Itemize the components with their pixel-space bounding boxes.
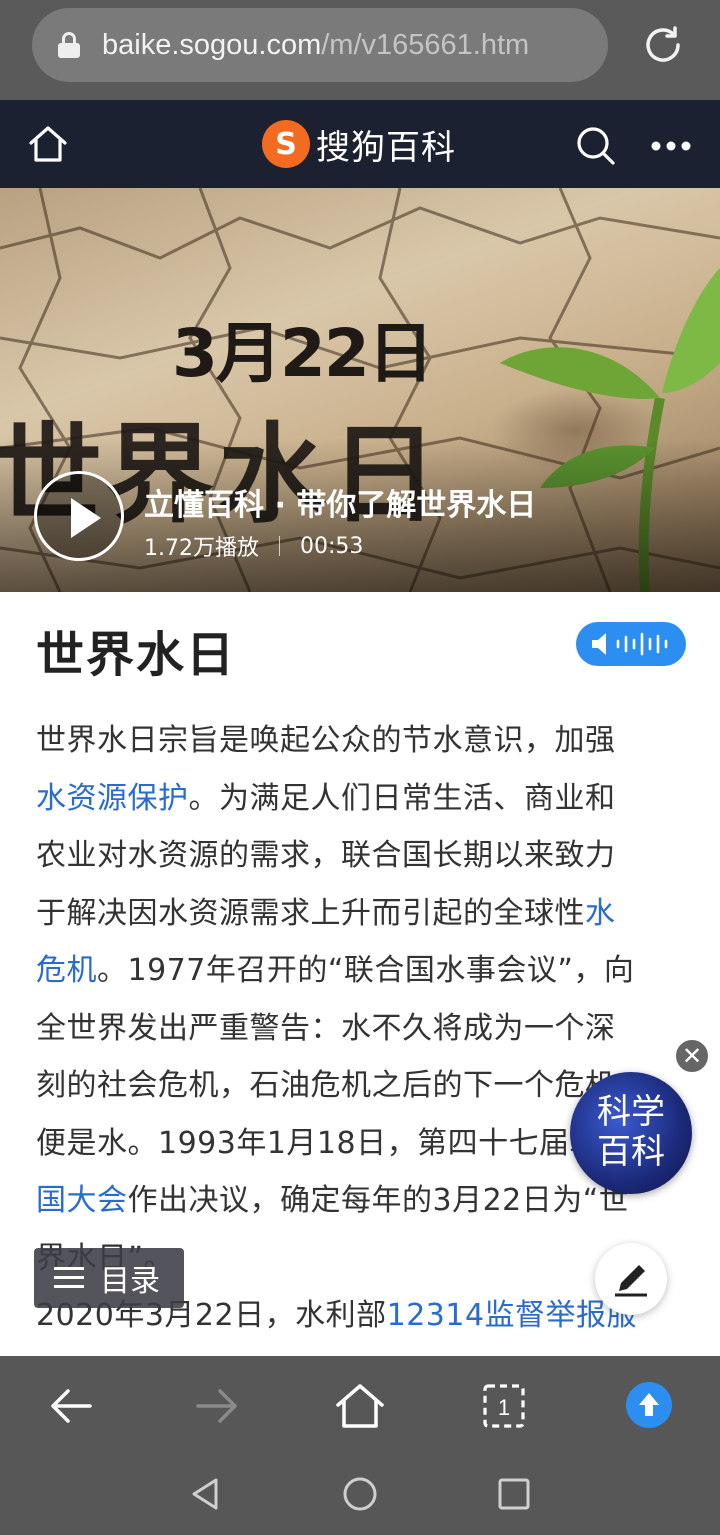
svg-text:1: 1 (498, 1395, 510, 1420)
url-text[interactable]: baike.sogou.com/m/v165661.htm (102, 29, 588, 62)
url-domain: baike.sogou.com (102, 28, 322, 61)
browser-url-bar: baike.sogou.com/m/v165661.htm (0, 0, 720, 100)
scroll-top-button[interactable] (626, 1382, 672, 1428)
video-title: 立懂百科 · 带你了解世界水日 (144, 488, 537, 523)
speaker-wave-icon (592, 632, 668, 656)
tabs-icon[interactable]: 1 (476, 1378, 532, 1434)
browser-page: baike.sogou.com/m/v165661.htm S 搜狗百科 3月2… (0, 0, 720, 1535)
article-title: 世界水日 (36, 627, 237, 683)
brand-name: 搜狗百科 (316, 127, 456, 168)
site-header: S 搜狗百科 (0, 100, 720, 188)
badge-line-2: 百科 (597, 1132, 665, 1172)
article-line: 于解决因水资源需求上升而引起的全球性水 (36, 895, 616, 931)
nav-home-icon[interactable] (342, 1476, 378, 1512)
link-un-general-assembly[interactable]: 国大会 (36, 1183, 128, 1218)
link-water-crisis-cont[interactable]: 危机 (36, 953, 97, 988)
listen-button[interactable] (576, 622, 686, 666)
article-line: 农业对水资源的需求，联合国长期以来致力 (36, 838, 616, 873)
video-meta: 1.72万播放 00:53 (144, 530, 363, 562)
system-navigation-bar (0, 1456, 720, 1535)
hero-date-text: 3月22日 (172, 315, 434, 392)
edit-button[interactable] (595, 1243, 667, 1315)
reload-icon[interactable] (640, 22, 686, 68)
play-icon (71, 498, 101, 538)
arrow-up-icon (639, 1393, 659, 1416)
search-icon[interactable] (574, 124, 616, 166)
menu-icon (54, 1267, 84, 1289)
lock-icon (58, 32, 80, 58)
nav-back-icon[interactable] (188, 1476, 224, 1512)
home-icon[interactable] (332, 1378, 388, 1434)
forward-icon[interactable] (188, 1378, 244, 1434)
address-field[interactable]: baike.sogou.com/m/v165661.htm (32, 8, 608, 82)
pencil-icon (615, 1265, 647, 1297)
video-player[interactable]: 3月22日 世界水日 立懂百科 · 带你了解世界水日 1.72万播放 00:53 (0, 188, 720, 592)
article-line: 世界水日宗旨是唤起公众的节水意识，加强 (36, 723, 616, 758)
play-button[interactable] (34, 471, 124, 561)
badge-line-1: 科学 (597, 1092, 665, 1132)
toc-label: 目录 (100, 1264, 160, 1299)
link-water-protection[interactable]: 水资源保护 (36, 781, 189, 816)
browser-toolbar: 1 (0, 1356, 720, 1456)
play-count: 1.72万播放 (144, 536, 259, 561)
article-line: 国大会作出决议，确定每年的3月22日为“世 (36, 1183, 630, 1218)
article-line: 全世界发出严重警告：水不久将成为一个深 (36, 1010, 616, 1046)
more-icon[interactable] (650, 140, 692, 152)
home-icon[interactable] (26, 122, 70, 166)
video-duration: 00:53 (300, 533, 364, 559)
close-icon[interactable]: ✕ (674, 1038, 710, 1074)
article-line: 危机。1977年召开的“联合国水事会议”，向 (36, 953, 635, 988)
article-line: 水资源保护。为满足人们日常生活、商业和 (36, 780, 616, 816)
table-of-contents-button[interactable]: 目录 (34, 1248, 184, 1308)
science-encyclopedia-badge[interactable]: 科学 百科 (570, 1072, 692, 1194)
brand[interactable]: S 搜狗百科 (262, 118, 456, 170)
link-water-crisis[interactable]: 水 (585, 896, 616, 931)
nav-recents-icon[interactable] (496, 1476, 532, 1512)
back-icon[interactable] (44, 1378, 100, 1434)
sogou-logo: S (262, 120, 310, 168)
url-path: /m/v165661.htm (321, 28, 530, 61)
